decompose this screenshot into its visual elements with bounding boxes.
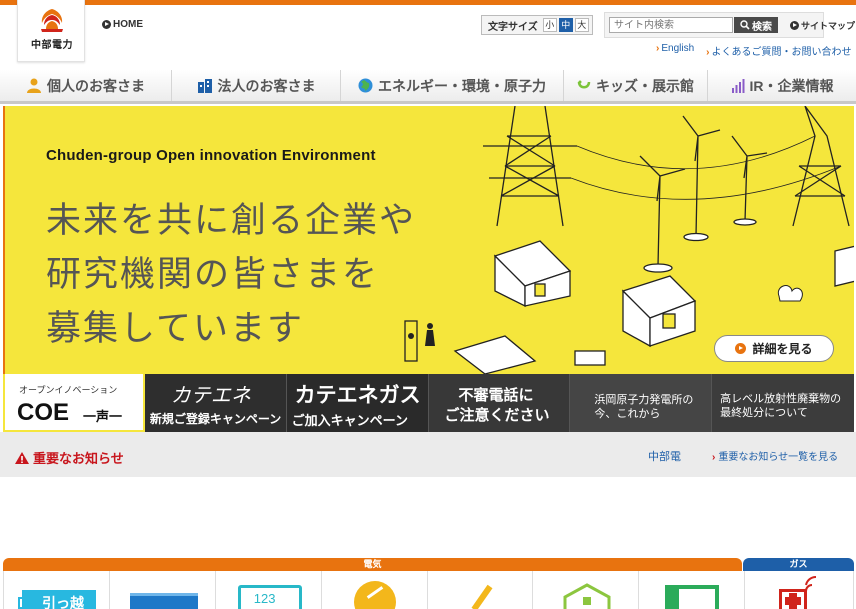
notices-label: 重要なお知らせ	[15, 448, 124, 467]
service-electricity-header: 電気	[3, 558, 742, 571]
gas-cross-h	[785, 597, 802, 605]
text-size-label: 文字サイズ	[488, 21, 538, 33]
katene-script-text: カテエネ	[170, 383, 251, 407]
search-button[interactable]: 検索	[734, 17, 778, 33]
banner-coe[interactable]: オープンイノベーション COE 一声一	[3, 374, 145, 432]
service-tile-card[interactable]	[109, 571, 216, 609]
katene-reg-sub-text: 新規ご登録キャンペーン	[149, 412, 282, 426]
search-button-label: 検索	[752, 21, 772, 33]
hamaoka-line-2: 今、これから	[594, 407, 661, 420]
arrow-circle-icon	[790, 21, 799, 30]
english-link[interactable]: English	[656, 43, 694, 58]
meter-digits: 123	[253, 591, 276, 606]
hero-banner[interactable]: Chuden-group Open innovation Environment…	[3, 106, 854, 374]
nav-item-ir[interactable]: IR・企業情報	[708, 70, 856, 101]
hero-line-2: 研究機関の皆さまを	[46, 255, 380, 295]
plan-board-side	[665, 585, 680, 609]
warning-icon	[15, 451, 29, 464]
kids-icon	[577, 80, 591, 88]
search-input[interactable]	[609, 17, 733, 33]
global-nav: 個人のお客さま 法人のお客さま エネルギー・環境・原子力 キッズ・展示館 IR・…	[0, 70, 856, 104]
nav-item-energy[interactable]: エネルギー・環境・原子力	[341, 70, 564, 101]
detail-button[interactable]: 詳細を見る	[714, 335, 834, 362]
notices-label-text: 重要なお知らせ	[33, 451, 124, 466]
nav-item-label: エネルギー・環境・原子力	[378, 77, 546, 94]
sitemap-link[interactable]: サイトマップ	[790, 19, 855, 32]
banner-katene-gas[interactable]: カテエネガス ご加入キャンペーン	[286, 374, 429, 432]
coe-sub-text: 一声一	[83, 409, 123, 424]
nav-item-kids[interactable]: キッズ・展示館	[564, 70, 708, 101]
service-tiles: 引っ越 123	[3, 571, 854, 609]
nav-item-individual[interactable]: 個人のお客さま	[0, 70, 172, 101]
faq-contact-link[interactable]: よくあるご質問・お問い合わせ	[706, 43, 852, 58]
magnifier-icon	[740, 20, 750, 30]
text-size-medium-button[interactable]: 中	[558, 18, 573, 32]
globe-icon	[358, 78, 373, 93]
nav-item-label: 個人のお客さま	[47, 77, 145, 94]
logo-text: 中部電力	[31, 40, 73, 51]
person-icon	[27, 78, 41, 93]
notices-list-link[interactable]: 重要なお知らせ一覧を見る	[712, 448, 838, 463]
building-icon	[197, 79, 212, 93]
service-gas-header: ガス	[743, 558, 854, 571]
lightning-icon	[471, 584, 492, 609]
signal-waves-icon	[805, 575, 817, 592]
service-tile-home[interactable]	[533, 571, 640, 609]
home-link[interactable]: HOME	[102, 19, 143, 30]
service-tile-electricity[interactable]	[427, 571, 534, 609]
service-tile-meter[interactable]: 123	[215, 571, 322, 609]
service-tile-moving[interactable]: 引っ越	[4, 571, 110, 609]
notice-ticker-text[interactable]: 中部電	[648, 448, 681, 464]
important-notices: 重要なお知らせ 中部電 重要なお知らせ一覧を見る	[0, 432, 856, 477]
house-icon	[563, 583, 611, 609]
banner-katene-registration[interactable]: カテエネ 新規ご登録キャンペーン	[144, 374, 287, 432]
banner-radioactive-waste[interactable]: 高レベル放射性廃棄物の 最終処分について	[712, 374, 854, 432]
utility-links: English よくあるご質問・お問い合わせ	[656, 43, 852, 58]
flame-logo-icon	[41, 9, 63, 32]
fraud-line-2: ご注意ください	[444, 407, 550, 424]
coe-top-text: オープンイノベーション	[19, 385, 118, 395]
banner-hamaoka[interactable]: 浜岡原子力発電所の 今、これから	[570, 374, 713, 432]
katene-gas-sub-text: ご加入キャンペーン	[291, 413, 409, 428]
fraud-line-1: 不審電話に	[458, 387, 534, 404]
arrow-circle-icon	[102, 20, 111, 29]
waste-line-2: 最終処分について	[720, 406, 808, 419]
service-tile-power-outage[interactable]	[321, 571, 428, 609]
service-tile-gas-emergency[interactable]	[745, 571, 854, 609]
nav-item-corporate[interactable]: 法人のお客さま	[172, 70, 341, 101]
arrow-circle-icon	[735, 343, 747, 354]
hero-title: Chuden-group Open innovation Environment	[46, 147, 376, 164]
detail-button-label: 詳細を見る	[752, 342, 813, 356]
moving-arrow-icon	[18, 597, 28, 609]
hero-line-1: 未来を共に創る企業や	[46, 201, 417, 241]
nav-item-label: 法人のお客さま	[217, 77, 316, 94]
home-label: HOME	[113, 19, 143, 30]
sitemap-label: サイトマップ	[801, 21, 856, 31]
banner-fraud-call[interactable]: 不審電話に ご注意ください	[428, 374, 571, 432]
chuden-logo[interactable]: 中部電力	[17, 0, 85, 62]
banner-row: オープンイノベーション COE 一声一 カテエネ 新規ご登録キャンペーン カテエ…	[3, 374, 854, 432]
hero-illustration	[404, 106, 854, 374]
top-accent-bar	[0, 0, 856, 5]
text-size-small-button[interactable]: 小	[542, 18, 557, 32]
text-size-large-button[interactable]: 大	[574, 18, 589, 32]
hero-line-3: 募集しています	[46, 309, 304, 349]
coe-main-text: COE	[17, 399, 70, 426]
nav-item-label: IR・企業情報	[749, 77, 834, 94]
katene-gas-main-text: カテエネガス	[294, 384, 421, 407]
outage-bulb-icon	[353, 581, 396, 609]
text-size-switcher: 文字サイズ 小 中 大	[481, 15, 593, 35]
moving-tile-text: 引っ越	[42, 595, 84, 609]
card-icon	[129, 593, 198, 609]
bar-chart-icon	[731, 78, 744, 93]
service-tile-plan[interactable]	[639, 571, 746, 609]
nav-item-label: キッズ・展示館	[596, 77, 694, 94]
